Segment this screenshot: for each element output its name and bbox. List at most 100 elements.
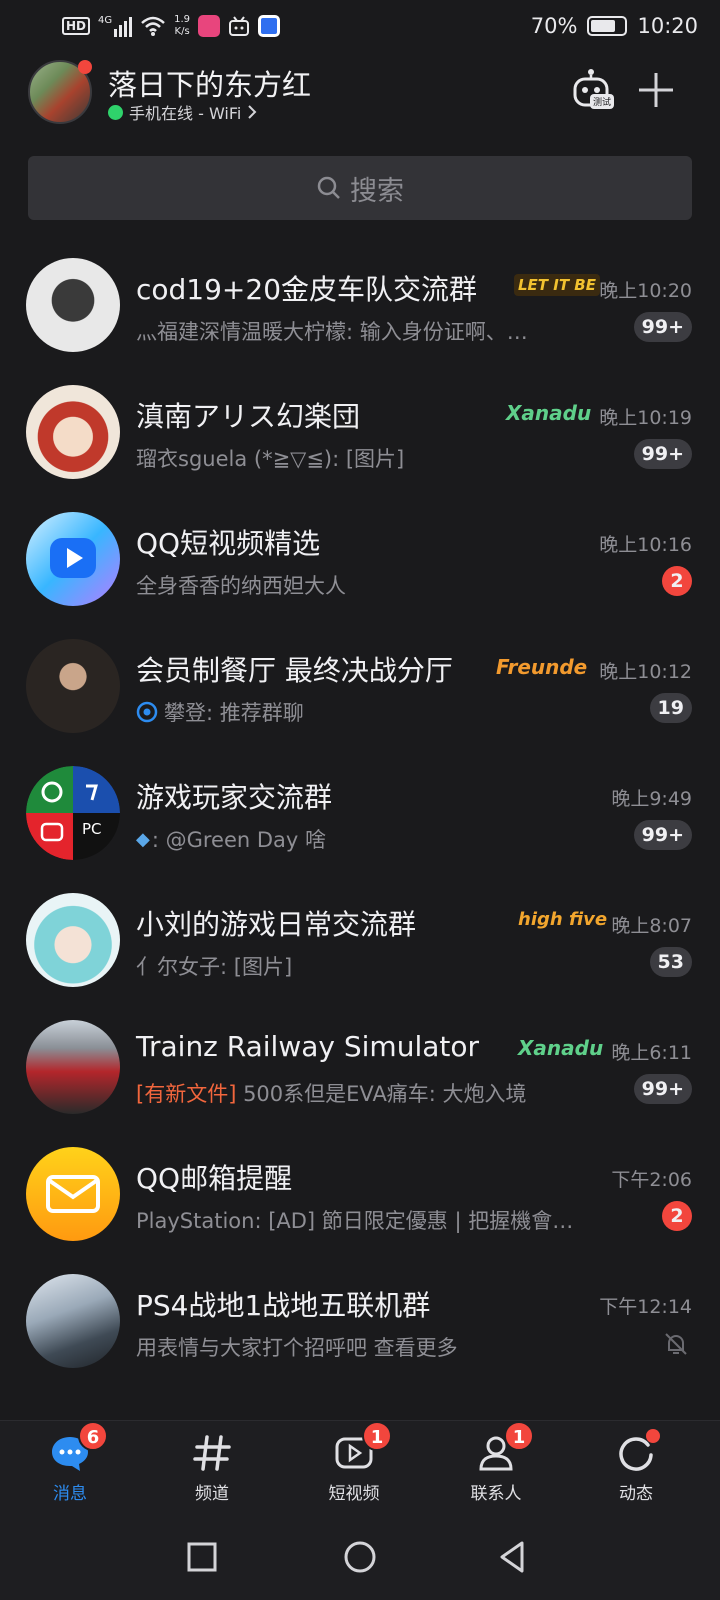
add-button[interactable] — [636, 70, 676, 110]
chat-time: 晚上10:19 — [599, 407, 692, 429]
group-tag: Xanadu — [518, 1036, 604, 1060]
online-status[interactable]: 手机在线 - WiFi — [108, 100, 257, 124]
bilibili-icon — [229, 16, 250, 36]
chat-name: 小刘的游戏日常交流群 — [136, 908, 417, 941]
chat-avatar — [26, 512, 120, 606]
tab-label: 频道 — [195, 1484, 229, 1504]
profile-notification-dot — [78, 60, 92, 74]
chat-avatar — [26, 639, 120, 733]
home-circle-icon[interactable] — [342, 1539, 378, 1575]
plus-icon — [639, 73, 673, 107]
unread-count: 19 — [649, 693, 692, 723]
tab-channels[interactable]: 频道 — [162, 1431, 262, 1504]
chat-avatar: PC — [26, 766, 120, 860]
chat-name: QQ短视频精选 — [136, 527, 321, 560]
chat-row[interactable]: PS4战地1战地五联机群 下午12:14 用表情与大家打个招呼吧 查看更多 — [0, 1256, 720, 1383]
tab-badge: 6 — [78, 1421, 108, 1451]
chat-avatar — [26, 1147, 120, 1241]
chat-preview: ◆ : @Green Day 啥 — [136, 828, 327, 852]
play-icon — [50, 538, 96, 578]
unread-count: 2 — [662, 1201, 692, 1231]
chat-name: 会员制餐厅 最终决战分厅 — [136, 654, 453, 687]
unread-count: 99+ — [633, 1074, 692, 1104]
search-input[interactable]: 搜索 — [28, 156, 692, 220]
chat-preview: 全身香香的纳西妲大人 — [136, 574, 346, 598]
chat-time: 晚上10:20 — [599, 280, 692, 302]
robot-tag: 测试 — [590, 94, 615, 109]
tab-badge: 1 — [504, 1421, 534, 1451]
app-notification-icon — [258, 15, 281, 37]
chat-avatar — [26, 1020, 120, 1114]
tab-short-video[interactable]: 1 短视频 — [304, 1421, 404, 1504]
wifi-icon — [141, 16, 165, 36]
signal-icon: 4G — [98, 15, 133, 37]
chat-name: QQ邮箱提醒 — [136, 1162, 293, 1195]
chat-preview: 用表情与大家打个招呼吧 查看更多 — [136, 1336, 458, 1360]
chat-avatar — [26, 1274, 120, 1368]
chat-list: cod19+20金皮车队交流群 LET IT BE 晚上10:20 灬福建深情温… — [0, 240, 720, 1383]
tab-moments[interactable]: 动态 — [586, 1429, 686, 1504]
chat-name: PS4战地1战地五联机群 — [136, 1289, 431, 1322]
tab-label: 动态 — [619, 1484, 653, 1504]
back-triangle-icon[interactable] — [494, 1539, 530, 1575]
group-tag: Xanadu — [506, 401, 592, 425]
chat-time: 下午2:06 — [611, 1169, 692, 1191]
chat-time: 晚上8:07 — [611, 915, 692, 937]
chat-row[interactable]: QQ邮箱提醒 下午2:06 PlayStation: [AD] 節日限定優惠 |… — [0, 1129, 720, 1256]
chat-row[interactable]: 会员制餐厅 最终决战分厅 Freunde 晚上10:12 攀登: 推荐群聊 19 — [0, 621, 720, 748]
profile-name[interactable]: 落日下的东方红 — [108, 62, 311, 104]
hash-icon — [193, 1435, 231, 1471]
chevron-right-icon — [248, 105, 257, 119]
chat-preview: [有新文件] 500系但是EVA痛车: 大炮入境 — [136, 1082, 527, 1106]
group-tag: Freunde — [496, 655, 588, 679]
unread-count: 99+ — [633, 312, 692, 342]
bottom-tab-bar: 6 消息 频道 1 短视频 1 联系人 动态 — [0, 1420, 720, 1515]
search-placeholder: 搜索 — [350, 175, 404, 207]
chat-avatar — [26, 893, 120, 987]
unread-count: 99+ — [633, 439, 692, 469]
chat-name: 游戏玩家交流群 — [136, 781, 333, 814]
unread-count: 53 — [649, 947, 692, 977]
chat-row[interactable]: 小刘的游戏日常交流群 high five 晚上8:07 亻尔女子: [图片] 5… — [0, 875, 720, 1002]
console-logos-icon — [26, 766, 120, 860]
fish-emoji-icon: ◆ — [136, 828, 150, 850]
chat-preview: 灬福建深情温暖大柠檬: 输入身份证啊、… — [136, 320, 528, 344]
chat-preview: 亻尔女子: [图片] — [136, 955, 293, 979]
chat-row[interactable]: PC 游戏玩家交流群 晚上9:49 ◆ : @Green Day 啥 99+ — [0, 748, 720, 875]
network-speed: 1.9 K/s — [174, 14, 191, 37]
header: 落日下的东方红 手机在线 - WiFi 测试 — [0, 52, 720, 136]
tab-label: 短视频 — [328, 1484, 380, 1504]
network-type: 4G — [98, 15, 113, 26]
chat-time: 晚上6:11 — [611, 1042, 692, 1064]
robot-button[interactable]: 测试 — [570, 66, 616, 112]
chat-row[interactable]: QQ短视频精选 晚上10:16 全身香香的纳西妲大人 2 — [0, 494, 720, 621]
search-icon — [317, 176, 340, 199]
chat-name: cod19+20金皮车队交流群 — [136, 273, 478, 306]
chat-preview: 瑠衣sguela (*≧▽≦): [图片] — [136, 447, 405, 471]
group-tag: LET IT BE — [514, 274, 600, 296]
chat-time: 晚上10:16 — [599, 534, 692, 556]
unread-count: 2 — [662, 566, 692, 596]
new-file-tag: [有新文件] — [136, 1082, 237, 1106]
hd-indicator: HD — [62, 17, 91, 35]
chat-time: 下午12:14 — [599, 1296, 692, 1318]
recents-square-icon[interactable] — [184, 1539, 220, 1575]
group-tag: high five — [518, 909, 608, 930]
chat-time: 晚上9:49 — [611, 788, 692, 810]
chat-avatar — [26, 385, 120, 479]
tab-messages[interactable]: 6 消息 — [20, 1421, 120, 1504]
chat-name: 滇南アリス幻楽団 — [136, 400, 361, 433]
pc-label: PC — [82, 820, 102, 838]
chat-row[interactable]: 滇南アリス幻楽団 Xanadu 晚上10:19 瑠衣sguela (*≧▽≦):… — [0, 367, 720, 494]
system-nav-bar — [0, 1515, 720, 1600]
tab-label: 消息 — [53, 1484, 87, 1504]
chat-preview: 攀登: 推荐群聊 — [136, 697, 304, 727]
chat-preview: PlayStation: [AD] 節日限定優惠 | 把握機會… — [136, 1209, 574, 1233]
chat-time: 晚上10:12 — [599, 661, 692, 683]
chat-row[interactable]: cod19+20金皮车队交流群 LET IT BE 晚上10:20 灬福建深情温… — [0, 240, 720, 367]
tab-label: 联系人 — [470, 1484, 522, 1504]
chat-row[interactable]: Trainz Railway Simulator Xanadu 晚上6:11 [… — [0, 1002, 720, 1129]
battery-percent: 70% — [530, 14, 578, 38]
tab-contacts[interactable]: 1 联系人 — [446, 1421, 546, 1504]
battery-icon — [587, 16, 628, 36]
